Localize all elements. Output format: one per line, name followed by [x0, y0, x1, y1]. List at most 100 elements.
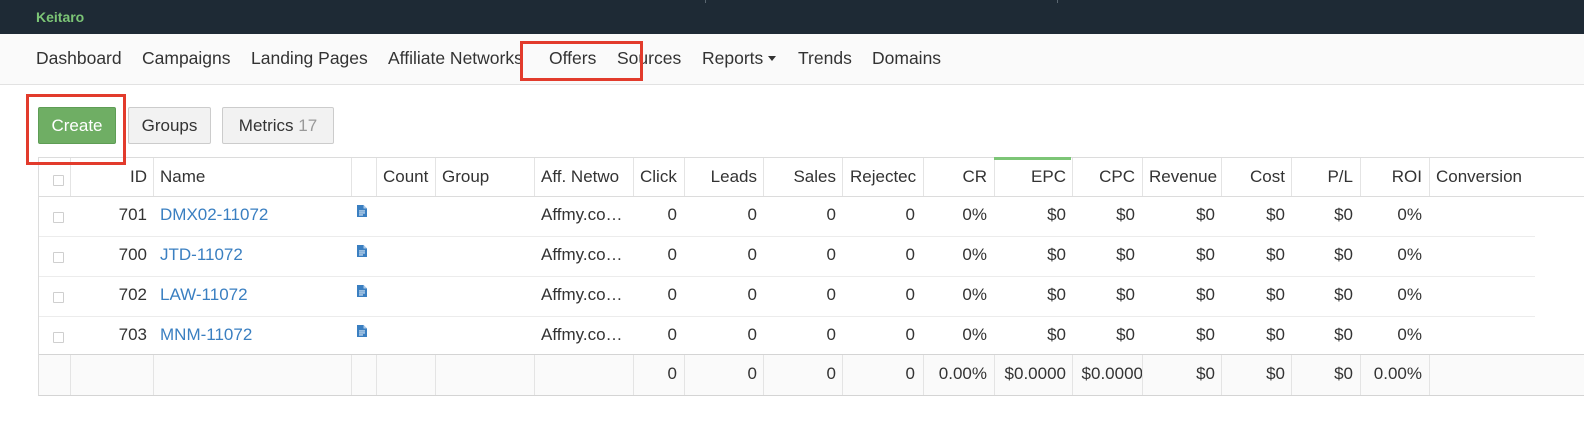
col-header-leads[interactable]: Leads [685, 167, 757, 187]
total-cr: 0.00% [938, 364, 987, 383]
nav-campaigns[interactable]: Campaigns [142, 48, 231, 69]
nav-dashboard[interactable]: Dashboard [36, 48, 122, 69]
cell-name: JTD-11072 [160, 245, 350, 265]
col-header-cr[interactable]: CR [924, 167, 987, 187]
col-header-epc[interactable]: EPC [995, 167, 1066, 187]
nav-domains[interactable]: Domains [872, 48, 941, 69]
cell-cost: $0 [1266, 205, 1285, 224]
offer-name-link[interactable]: LAW-11072 [160, 285, 248, 304]
col-header-click[interactable]: Click [640, 167, 684, 187]
cell-click: 0 [667, 205, 677, 224]
cell-aff-network: Affmy.co… [541, 205, 623, 224]
cell-aff-network: Affmy.co… [541, 285, 623, 304]
cell-sales: 0 [826, 285, 836, 304]
table-row[interactable]: 701 DMX02-11072 Affmy.co… 0 0 0 0 0% $0 $0 $0 $0 $0 0… [39, 196, 1535, 237]
cell-click: 0 [667, 285, 677, 304]
col-header-name[interactable]: Name [160, 167, 350, 187]
cell-leads: 0 [747, 285, 757, 304]
topbar-divider [705, 0, 706, 3]
col-header-rejected[interactable]: Rejectec [850, 167, 922, 187]
cell-cpc: $0 [1116, 325, 1135, 344]
document-icon[interactable] [357, 245, 367, 257]
table-header: ID Name Count Group Aff. Netwo Click Lea… [39, 157, 1584, 197]
total-leads: 0 [747, 364, 757, 383]
sorted-column-indicator [994, 157, 1071, 160]
cell-rejected: 0 [905, 245, 915, 264]
cell-revenue: $0 [1196, 325, 1215, 344]
col-header-count[interactable]: Count [383, 167, 431, 187]
row-checkbox[interactable] [53, 212, 64, 223]
cell-aff-network: Affmy.co… [541, 325, 623, 344]
col-header-aff-network[interactable]: Aff. Netwo [541, 167, 632, 187]
nav-affiliate-networks[interactable]: Affiliate Networks [388, 48, 523, 69]
row-checkbox[interactable] [53, 332, 64, 343]
cell-cr: 0% [962, 205, 987, 224]
cell-leads: 0 [747, 205, 757, 224]
cell-pl: $0 [1334, 285, 1353, 304]
total-rejected: 0 [905, 364, 915, 383]
cell-sales: 0 [826, 245, 836, 264]
total-revenue: $0 [1196, 364, 1215, 383]
table-row[interactable]: 702 LAW-11072 Affmy.co… 0 0 0 0 0% $0 $0 $0 $0 $0 0% [39, 276, 1535, 317]
cell-cr: 0% [962, 245, 987, 264]
col-header-id[interactable]: ID [71, 167, 147, 187]
cell-cpc: $0 [1116, 285, 1135, 304]
cell-name: LAW-11072 [160, 285, 350, 305]
col-header-conversion[interactable]: Conversion [1436, 167, 1576, 187]
cell-revenue: $0 [1196, 205, 1215, 224]
cell-pl: $0 [1334, 205, 1353, 224]
cell-epc: $0 [1047, 325, 1066, 344]
cell-leads: 0 [747, 245, 757, 264]
nav-trends[interactable]: Trends [798, 48, 852, 69]
cell-pl: $0 [1334, 245, 1353, 264]
metrics-count: 17 [298, 116, 318, 135]
cell-sales: 0 [826, 325, 836, 344]
col-header-sales[interactable]: Sales [764, 167, 836, 187]
total-cpc: $0.0000 [1081, 364, 1143, 383]
cell-roi: 0% [1397, 325, 1422, 344]
cell-id: 700 [118, 245, 147, 264]
col-header-roi[interactable]: ROI [1361, 167, 1422, 187]
brand-logo[interactable]: Keitaro [36, 9, 84, 25]
col-header-group[interactable]: Group [442, 167, 532, 187]
col-header-revenue[interactable]: Revenue [1149, 167, 1217, 187]
cell-leads: 0 [747, 325, 757, 344]
document-icon[interactable] [357, 325, 367, 337]
metrics-button[interactable]: Metrics 17 [222, 107, 334, 144]
offer-name-link[interactable]: DMX02-11072 [160, 205, 268, 224]
metrics-label: Metrics [238, 116, 294, 135]
total-click: 0 [667, 364, 677, 383]
groups-button[interactable]: Groups [128, 107, 211, 144]
total-roi: 0.00% [1373, 364, 1422, 383]
nav-landing-pages[interactable]: Landing Pages [251, 48, 368, 69]
cell-aff-network: Affmy.co… [541, 245, 623, 264]
cell-cost: $0 [1266, 325, 1285, 344]
row-checkbox[interactable] [53, 252, 64, 263]
offer-name-link[interactable]: JTD-11072 [160, 245, 243, 264]
offer-name-link[interactable]: MNM-11072 [160, 325, 252, 344]
document-icon[interactable] [357, 205, 367, 217]
cell-revenue: $0 [1196, 245, 1215, 264]
cell-click: 0 [667, 245, 677, 264]
main-nav: Dashboard Campaigns Landing Pages Affili… [0, 34, 1584, 85]
col-header-cost[interactable]: Cost [1222, 167, 1285, 187]
table-totals-row: 0 0 0 0 0.00% $0.0000 $0.0000 $0 $0 $0 0… [39, 354, 1584, 395]
select-all-checkbox[interactable] [53, 175, 64, 186]
nav-reports-label: Reports [702, 48, 764, 68]
nav-reports[interactable]: Reports [702, 48, 777, 69]
cell-name: MNM-11072 [160, 325, 350, 345]
cell-id: 702 [118, 285, 147, 304]
table-row[interactable]: 703 MNM-11072 Affmy.co… 0 0 0 0 0% $0 $0 $0 $0 $0 0% [39, 316, 1535, 357]
cell-roi: 0% [1397, 285, 1422, 304]
document-icon[interactable] [357, 285, 367, 297]
table-row[interactable]: 700 JTD-11072 Affmy.co… 0 0 0 0 0% $0 $0 $0 $0 $0 0% [39, 236, 1535, 277]
total-epc: $0.0000 [1004, 364, 1066, 383]
cell-cpc: $0 [1116, 245, 1135, 264]
row-checkbox[interactable] [53, 292, 64, 303]
cell-name: DMX02-11072 [160, 205, 350, 225]
cell-roi: 0% [1397, 245, 1422, 264]
col-header-cpc[interactable]: CPC [1073, 167, 1135, 187]
col-header-pl[interactable]: P/L [1292, 167, 1353, 187]
cell-cost: $0 [1266, 245, 1285, 264]
cell-epc: $0 [1047, 245, 1066, 264]
